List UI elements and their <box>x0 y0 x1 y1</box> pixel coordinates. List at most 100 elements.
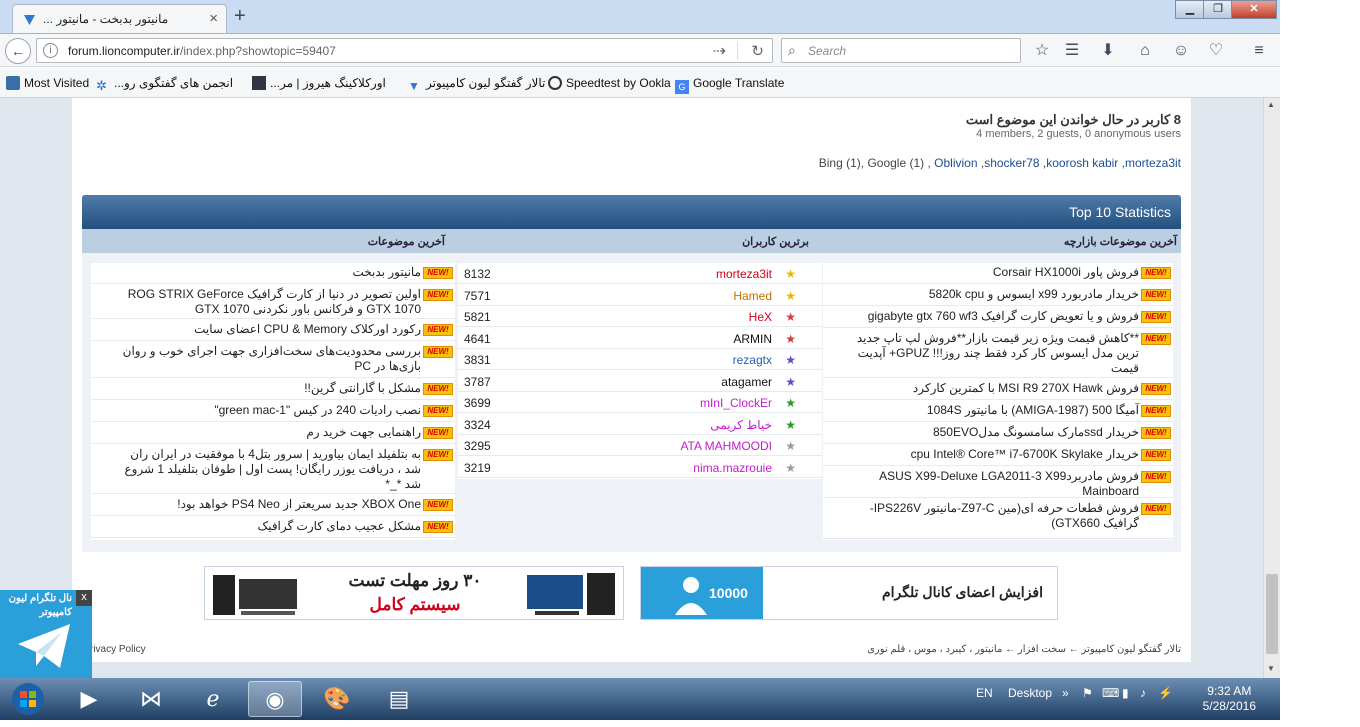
latest-topic-row[interactable]: NEW! به بتلفیلد ایمان بیاورید | سرور بتل4… <box>91 445 455 494</box>
scroll-thumb[interactable] <box>1266 574 1278 654</box>
user-name-link[interactable]: HeX <box>749 310 772 324</box>
maximize-button[interactable]: ❐ <box>1203 0 1233 19</box>
latest-topic-row[interactable]: NEW! مشکل با گارانتی گرین!! <box>91 379 455 400</box>
telegram-close-button[interactable]: x <box>76 590 92 606</box>
banner-test-system[interactable]: ۳۰ روز مهلت تست سیستم کامل <box>204 566 624 620</box>
market-topic-row[interactable]: NEW! فروش و یا تعویض کارت گرافیک gigabyte… <box>823 307 1173 328</box>
top-user-row[interactable]: 3699 mInI_ClockEr ★ <box>458 392 822 413</box>
reader-link[interactable]: Oblivion <box>934 156 977 170</box>
chat-icon[interactable]: ☺ <box>1172 42 1190 60</box>
pocket-icon[interactable]: ♡ <box>1207 42 1225 60</box>
market-topic-title[interactable]: **کاهش قیمت ویژه زیر قیمت بازار**فروش لپ… <box>839 331 1139 376</box>
latest-topic-row[interactable]: NEW! نصب رادیات 240 در کیس "green mac-1" <box>91 401 455 422</box>
volume-icon[interactable]: ♪ <box>1140 686 1146 700</box>
paint-icon[interactable]: 🎨 <box>310 681 364 717</box>
scroll-up-icon[interactable]: ▲ <box>1267 100 1275 109</box>
tab-close-icon[interactable]: × <box>209 10 218 27</box>
market-topic-row[interactable]: NEW! فروش پاور Corsair HX1000i <box>823 263 1173 284</box>
latest-topic-row[interactable]: NEW! بررسی محدودیت‌های سخت‌افزاری جهت اجر… <box>91 342 455 378</box>
bookmark-google-translate[interactable]: G Google Translate <box>675 76 784 94</box>
market-topic-title[interactable]: خریدار cpu Intel® Core™ i7-6700K Skylake <box>839 447 1139 462</box>
bookmark-lion-forum[interactable]: ▼ تالار گفتگو لیون کامپیوتر <box>408 76 545 93</box>
latest-topic-title[interactable]: بررسی محدودیت‌های سخت‌افزاری جهت اجرای خ… <box>116 344 421 374</box>
reader-link[interactable]: morteza3it <box>1125 156 1181 170</box>
media-player-icon[interactable]: ▶ <box>62 681 116 717</box>
latest-topic-row[interactable]: NEW! مانیتور بدبخت <box>91 263 455 284</box>
market-topic-row[interactable]: NEW! آمیگا 500 (AMIGA-1987) با مانیتور 10… <box>823 401 1173 422</box>
top-user-row[interactable]: 7571 Hamed ★ <box>458 285 822 306</box>
market-topic-title[interactable]: آمیگا 500 (AMIGA-1987) با مانیتور 1084S <box>839 403 1139 418</box>
market-topic-title[interactable]: خریدار مادربورد x99 ایسوس و 5820k cpu <box>839 287 1139 302</box>
user-name-link[interactable]: ATA MAHMOODI <box>680 439 772 453</box>
latest-topic-row[interactable]: NEW! رکورد اورکلاک CPU & Memory اعضای سای… <box>91 320 455 341</box>
privacy-policy-link[interactable]: rivacy Policy <box>90 644 146 655</box>
info-icon[interactable]: i <box>43 43 58 58</box>
telegram-widget[interactable]: نال تلگرام لیون کامپیوتر x <box>0 590 92 682</box>
search-bar[interactable]: ⌕ Search <box>781 38 1021 63</box>
desktop-toolbar[interactable]: Desktop <box>1008 686 1052 700</box>
power-icon[interactable]: ⚡ <box>1158 686 1173 700</box>
top-user-row[interactable]: 4641 ARMIN ★ <box>458 328 822 349</box>
url-bar[interactable]: i forum.lioncomputer.ir/index.php?showto… <box>36 38 773 63</box>
user-name-link[interactable]: Hamed <box>733 289 772 303</box>
latest-topic-row[interactable]: NEW! مشکل عجیب دمای کارت گرافیک <box>91 517 455 538</box>
latest-topic-row[interactable]: NEW! XBOX One جدید سریعتر از PS4 Neo خواه… <box>91 495 455 516</box>
top-user-row[interactable]: 8132 morteza3it ★ <box>458 263 822 284</box>
latest-topic-title[interactable]: مشکل عجیب دمای کارت گرافیک <box>116 519 421 534</box>
start-button[interactable] <box>6 681 50 717</box>
latest-topic-row[interactable]: NEW! اولین تصویر در دنیا از کارت گرافیک R… <box>91 285 455 319</box>
reader-link[interactable]: koorosh kabir <box>1046 156 1118 170</box>
top-user-row[interactable]: 3295 ATA MAHMOODI ★ <box>458 435 822 456</box>
latest-topic-title[interactable]: مشکل با گارانتی گرین!! <box>116 381 421 396</box>
bookmark-forum-1[interactable]: ✲ ...انجمن های گفتگوی رو <box>96 76 233 93</box>
user-name-link[interactable]: nima.mazrouie <box>693 461 772 475</box>
user-name-link[interactable]: خیاط کریمی <box>710 418 772 432</box>
new-tab-icon[interactable]: + <box>234 5 246 28</box>
bookmark-speedtest[interactable]: Speedtest by Ookla <box>548 76 671 90</box>
market-topic-title[interactable]: فروش پاور Corsair HX1000i <box>839 265 1139 280</box>
user-name-link[interactable]: ARMIN <box>733 332 772 346</box>
reading-list-icon[interactable]: ☰ <box>1063 42 1081 60</box>
menu-icon[interactable]: ≡ <box>1250 42 1268 60</box>
visual-studio-icon[interactable]: ⋈ <box>124 681 178 717</box>
market-topic-title[interactable]: فروش مادربردASUS X99-Deluxe LGA2011-3 X9… <box>839 469 1139 499</box>
latest-topic-title[interactable]: راهنمایی جهت خرید رم <box>116 425 421 440</box>
url-text[interactable]: forum.lioncomputer.ir/index.php?showtopi… <box>68 44 336 58</box>
vertical-scrollbar[interactable]: ▲ ▼ <box>1263 98 1280 678</box>
top-user-row[interactable]: 3831 rezagtx ★ <box>458 349 822 370</box>
latest-topic-title[interactable]: اولین تصویر در دنیا از کارت گرافیک ROG S… <box>116 287 421 317</box>
internet-explorer-icon[interactable]: ℯ <box>186 681 240 717</box>
market-topic-row[interactable]: NEW! فروش قطعات حرفه ای(مین Z97-C-مانیتور… <box>823 499 1173 539</box>
notification-flag-icon[interactable]: ⚑ <box>1082 686 1093 700</box>
user-name-link[interactable]: atagamer <box>721 375 772 389</box>
user-name-link[interactable]: rezagtx <box>733 353 772 367</box>
market-topic-row[interactable]: NEW! خریدار مادربورد x99 ایسوس و 5820k cp… <box>823 285 1173 306</box>
top-user-row[interactable]: 3787 atagamer ★ <box>458 371 822 392</box>
show-hidden-icons[interactable]: » <box>1062 686 1069 700</box>
language-indicator[interactable]: EN <box>976 686 993 700</box>
latest-topic-title[interactable]: XBOX One جدید سریعتر از PS4 Neo خواهد بو… <box>116 497 421 512</box>
latest-topic-row[interactable]: NEW! راهنمایی جهت خرید رم <box>91 423 455 444</box>
top-user-row[interactable]: 5821 HeX ★ <box>458 306 822 327</box>
file-explorer-icon[interactable]: ▤ <box>372 681 426 717</box>
minimize-button[interactable]: ▁ <box>1175 0 1205 19</box>
market-topic-row[interactable]: NEW! **کاهش قیمت ویژه زیر قیمت بازار**فرو… <box>823 329 1173 378</box>
breadcrumb[interactable]: تالار گفتگو لیون کامپیوتر ← سخت افزار ← … <box>867 644 1181 655</box>
bookmark-overclocking[interactable]: ...اورکلاکینگ هیروز | مر <box>252 76 386 90</box>
user-name-link[interactable]: morteza3it <box>716 267 772 281</box>
market-topic-row[interactable]: NEW! فروش مادربردASUS X99-Deluxe LGA2011-… <box>823 467 1173 498</box>
banner-telegram-members[interactable]: 10000 افزایش اعضای کانال تلگرام <box>640 566 1058 620</box>
close-window-button[interactable]: ✕ <box>1231 0 1277 19</box>
market-topic-title[interactable]: فروش قطعات حرفه ای(مین Z97-C-مانیتور IPS… <box>839 501 1139 531</box>
firefox-icon[interactable]: ◉ <box>248 681 302 717</box>
network-icon[interactable]: ▮ <box>1122 686 1129 700</box>
ime-icon[interactable]: ⌨ <box>1102 686 1119 700</box>
back-button[interactable]: ← <box>5 38 31 64</box>
market-topic-title[interactable]: خریدار ssdمارک سامسونگ مدل850EVO <box>839 425 1139 440</box>
bookmark-star-icon[interactable]: ☆ <box>1033 42 1051 60</box>
scroll-down-icon[interactable]: ▼ <box>1267 664 1275 673</box>
system-clock[interactable]: 9:32 AM 5/28/2016 <box>1203 684 1256 714</box>
latest-topic-title[interactable]: مانیتور بدبخت <box>116 265 421 280</box>
market-topic-row[interactable]: NEW! خریدار cpu Intel® Core™ i7-6700K Sky… <box>823 445 1173 466</box>
reload-icon[interactable]: ↻ <box>751 42 764 60</box>
